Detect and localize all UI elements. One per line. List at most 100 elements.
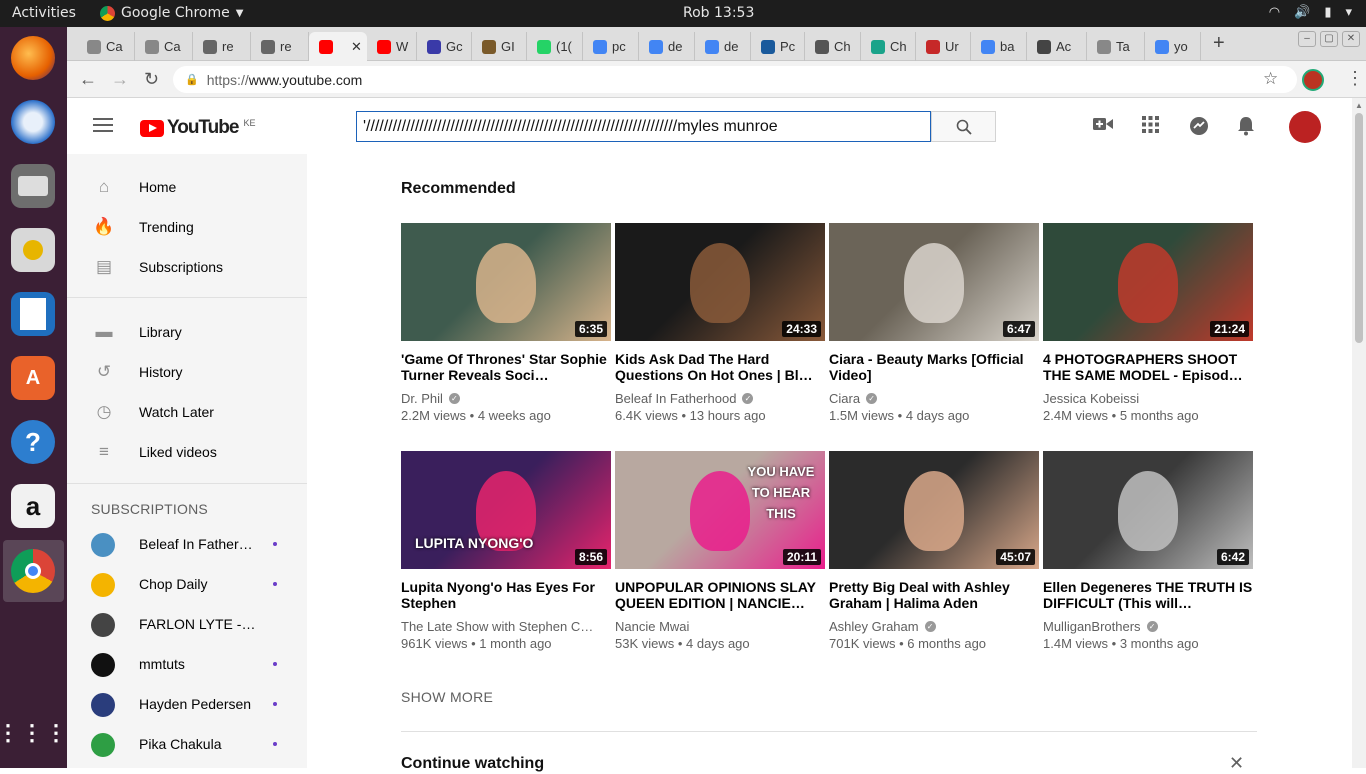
video-thumbnail[interactable]: YOU HAVE TO HEAR THIS 20:11 [615, 451, 825, 569]
browser-tab[interactable]: GI [472, 32, 527, 61]
video-card[interactable]: 21:24 4 PHOTOGRAPHERS SHOOT THE SAME MODE… [1043, 223, 1253, 423]
close-tab-icon[interactable]: ✕ [351, 39, 362, 55]
video-title[interactable]: 'Game Of Thrones' Star Sophie Turner Rev… [401, 351, 611, 383]
browser-tab[interactable]: yo [1145, 32, 1201, 61]
browser-tab[interactable]: Ta [1087, 32, 1145, 61]
channel-name[interactable]: Dr. Phil [401, 391, 443, 406]
browser-tab[interactable]: Ch [861, 32, 916, 61]
sidebar-item-liked-videos[interactable]: ≡ Liked videos [67, 432, 307, 472]
show-apps-icon[interactable]: ⋮⋮⋮ [0, 711, 67, 755]
video-title[interactable]: UNPOPULAR OPINIONS SLAY QUEEN EDITION | … [615, 579, 825, 611]
video-thumbnail[interactable]: 6:47 [829, 223, 1039, 341]
sidebar-item-library[interactable]: ▬ Library [67, 312, 307, 352]
back-button[interactable]: ← [79, 69, 97, 90]
video-thumbnail[interactable]: 21:24 [1043, 223, 1253, 341]
video-title[interactable]: Pretty Big Deal with Ashley Graham | Hal… [829, 579, 1039, 611]
bookmark-star-icon[interactable]: ☆ [1263, 69, 1278, 89]
new-tab-button[interactable]: + [1213, 32, 1225, 55]
browser-tab[interactable]: ✕ [309, 32, 367, 61]
video-card[interactable]: 6:35 'Game Of Thrones' Star Sophie Turner… [401, 223, 611, 423]
browser-tab[interactable]: Pc [751, 32, 805, 61]
system-tray[interactable]: ◠ 🔊 ▮ ▾ [1269, 5, 1352, 20]
app-menu[interactable]: Google Chrome ▼ [100, 5, 243, 21]
video-thumbnail[interactable]: LUPITA NYONG'O 8:56 [401, 451, 611, 569]
minimize-button[interactable]: – [1298, 31, 1316, 47]
video-title[interactable]: Ciara - Beauty Marks [Official Video] [829, 351, 1039, 383]
scrollbar-thumb[interactable] [1355, 113, 1363, 343]
search-button[interactable] [931, 111, 996, 142]
video-thumbnail[interactable]: 6:42 [1043, 451, 1253, 569]
files-icon[interactable] [11, 164, 55, 208]
browser-tab[interactable]: re [193, 32, 251, 61]
video-card[interactable]: 6:42 Ellen Degeneres THE TRUTH IS DIFFICU… [1043, 451, 1253, 651]
browser-tab[interactable]: pc [583, 32, 639, 61]
browser-tab[interactable]: W [367, 32, 417, 61]
amazon-icon[interactable]: a [11, 484, 55, 528]
reload-button[interactable]: ↻ [144, 69, 159, 90]
browser-tab[interactable]: Ur [916, 32, 971, 61]
page-scrollbar[interactable]: ▲ [1352, 98, 1366, 768]
channel-name[interactable]: Nancie Mwai [615, 619, 689, 634]
notifications-bell-icon[interactable] [1237, 116, 1255, 142]
browser-tab[interactable]: re [251, 32, 309, 61]
video-thumbnail[interactable]: 45:07 [829, 451, 1039, 569]
software-center-icon[interactable]: A [11, 356, 55, 400]
video-card[interactable]: 6:47 Ciara - Beauty Marks [Official Video… [829, 223, 1039, 423]
account-avatar[interactable] [1289, 111, 1321, 143]
search-input[interactable]: '///////////////////////////////////////… [356, 111, 931, 142]
video-title[interactable]: 4 PHOTOGRAPHERS SHOOT THE SAME MODEL - E… [1043, 351, 1253, 383]
firefox-icon[interactable] [11, 36, 55, 80]
video-card[interactable]: 24:33 Kids Ask Dad The Hard Questions On … [615, 223, 825, 423]
show-more-button[interactable]: SHOW MORE [401, 689, 493, 705]
sidebar-item-trending[interactable]: 🔥 Trending [67, 207, 307, 247]
forward-button[interactable]: → [111, 69, 129, 90]
browser-tab[interactable]: Gc [417, 32, 472, 61]
channel-name[interactable]: Jessica Kobeissi [1043, 391, 1139, 406]
video-title[interactable]: Kids Ask Dad The Hard Questions On Hot O… [615, 351, 825, 383]
video-title[interactable]: Lupita Nyong'o Has Eyes For Stephen [401, 579, 611, 611]
video-card[interactable]: LUPITA NYONG'O 8:56 Lupita Nyong'o Has Eye… [401, 451, 611, 651]
subscription-item[interactable]: Hayden Pedersen [67, 685, 307, 725]
subscription-item[interactable]: Pika Chakula [67, 725, 307, 765]
subscription-item[interactable]: Chop Daily [67, 565, 307, 605]
thunderbird-icon[interactable] [11, 100, 55, 144]
browser-tab[interactable]: Ca [77, 32, 135, 61]
address-bar[interactable]: 🔒 https://www.youtube.com [173, 66, 1297, 93]
browser-tab[interactable]: de [695, 32, 751, 61]
subscription-item[interactable]: mmtuts [67, 645, 307, 685]
video-thumbnail[interactable]: 6:35 [401, 223, 611, 341]
video-title[interactable]: Ellen Degeneres THE TRUTH IS DIFFICULT (… [1043, 579, 1253, 611]
channel-name[interactable]: MulliganBrothers [1043, 619, 1141, 634]
subscription-item[interactable]: Beleaf In Fatherhood [67, 525, 307, 565]
sidebar-item-history[interactable]: ↺ History [67, 352, 307, 392]
close-window-button[interactable]: ✕ [1342, 31, 1360, 47]
channel-name[interactable]: The Late Show with Stephen C… [401, 619, 593, 634]
subscription-item[interactable]: FARLON LYTE - TV [67, 605, 307, 645]
youtube-logo[interactable]: YouTube KE [140, 117, 255, 139]
messages-icon[interactable] [1189, 116, 1209, 142]
browser-tab[interactable]: Ac [1027, 32, 1087, 61]
hamburger-menu-icon[interactable] [93, 118, 113, 136]
channel-name[interactable]: Beleaf In Fatherhood [615, 391, 736, 406]
channel-name[interactable]: Ciara [829, 391, 860, 406]
rhythmbox-icon[interactable] [11, 228, 55, 272]
video-thumbnail[interactable]: 24:33 [615, 223, 825, 341]
browser-tab[interactable]: (1( [527, 32, 583, 61]
scroll-up-arrow-icon[interactable]: ▲ [1355, 101, 1363, 110]
sidebar-item-home[interactable]: ⌂ Home [67, 167, 307, 207]
help-icon[interactable]: ? [11, 420, 55, 464]
chrome-icon[interactable] [11, 549, 55, 593]
video-card[interactable]: YOU HAVE TO HEAR THIS 20:11 UNPOPULAR OPIN… [615, 451, 825, 651]
kebab-menu-icon[interactable]: ⋮ [1346, 68, 1364, 89]
browser-tab[interactable]: Ca [135, 32, 193, 61]
browser-tab[interactable]: de [639, 32, 695, 61]
writer-icon[interactable] [11, 292, 55, 336]
profile-avatar[interactable] [1302, 69, 1324, 91]
channel-name[interactable]: Ashley Graham [829, 619, 919, 634]
sidebar-item-subscriptions[interactable]: ▤ Subscriptions [67, 247, 307, 287]
clock[interactable]: Rob 13:53 [683, 5, 754, 21]
close-icon[interactable]: ✕ [1229, 753, 1244, 774]
apps-grid-icon[interactable] [1142, 116, 1159, 139]
sidebar-item-watch-later[interactable]: ◷ Watch Later [67, 392, 307, 432]
create-video-icon[interactable] [1093, 116, 1113, 138]
